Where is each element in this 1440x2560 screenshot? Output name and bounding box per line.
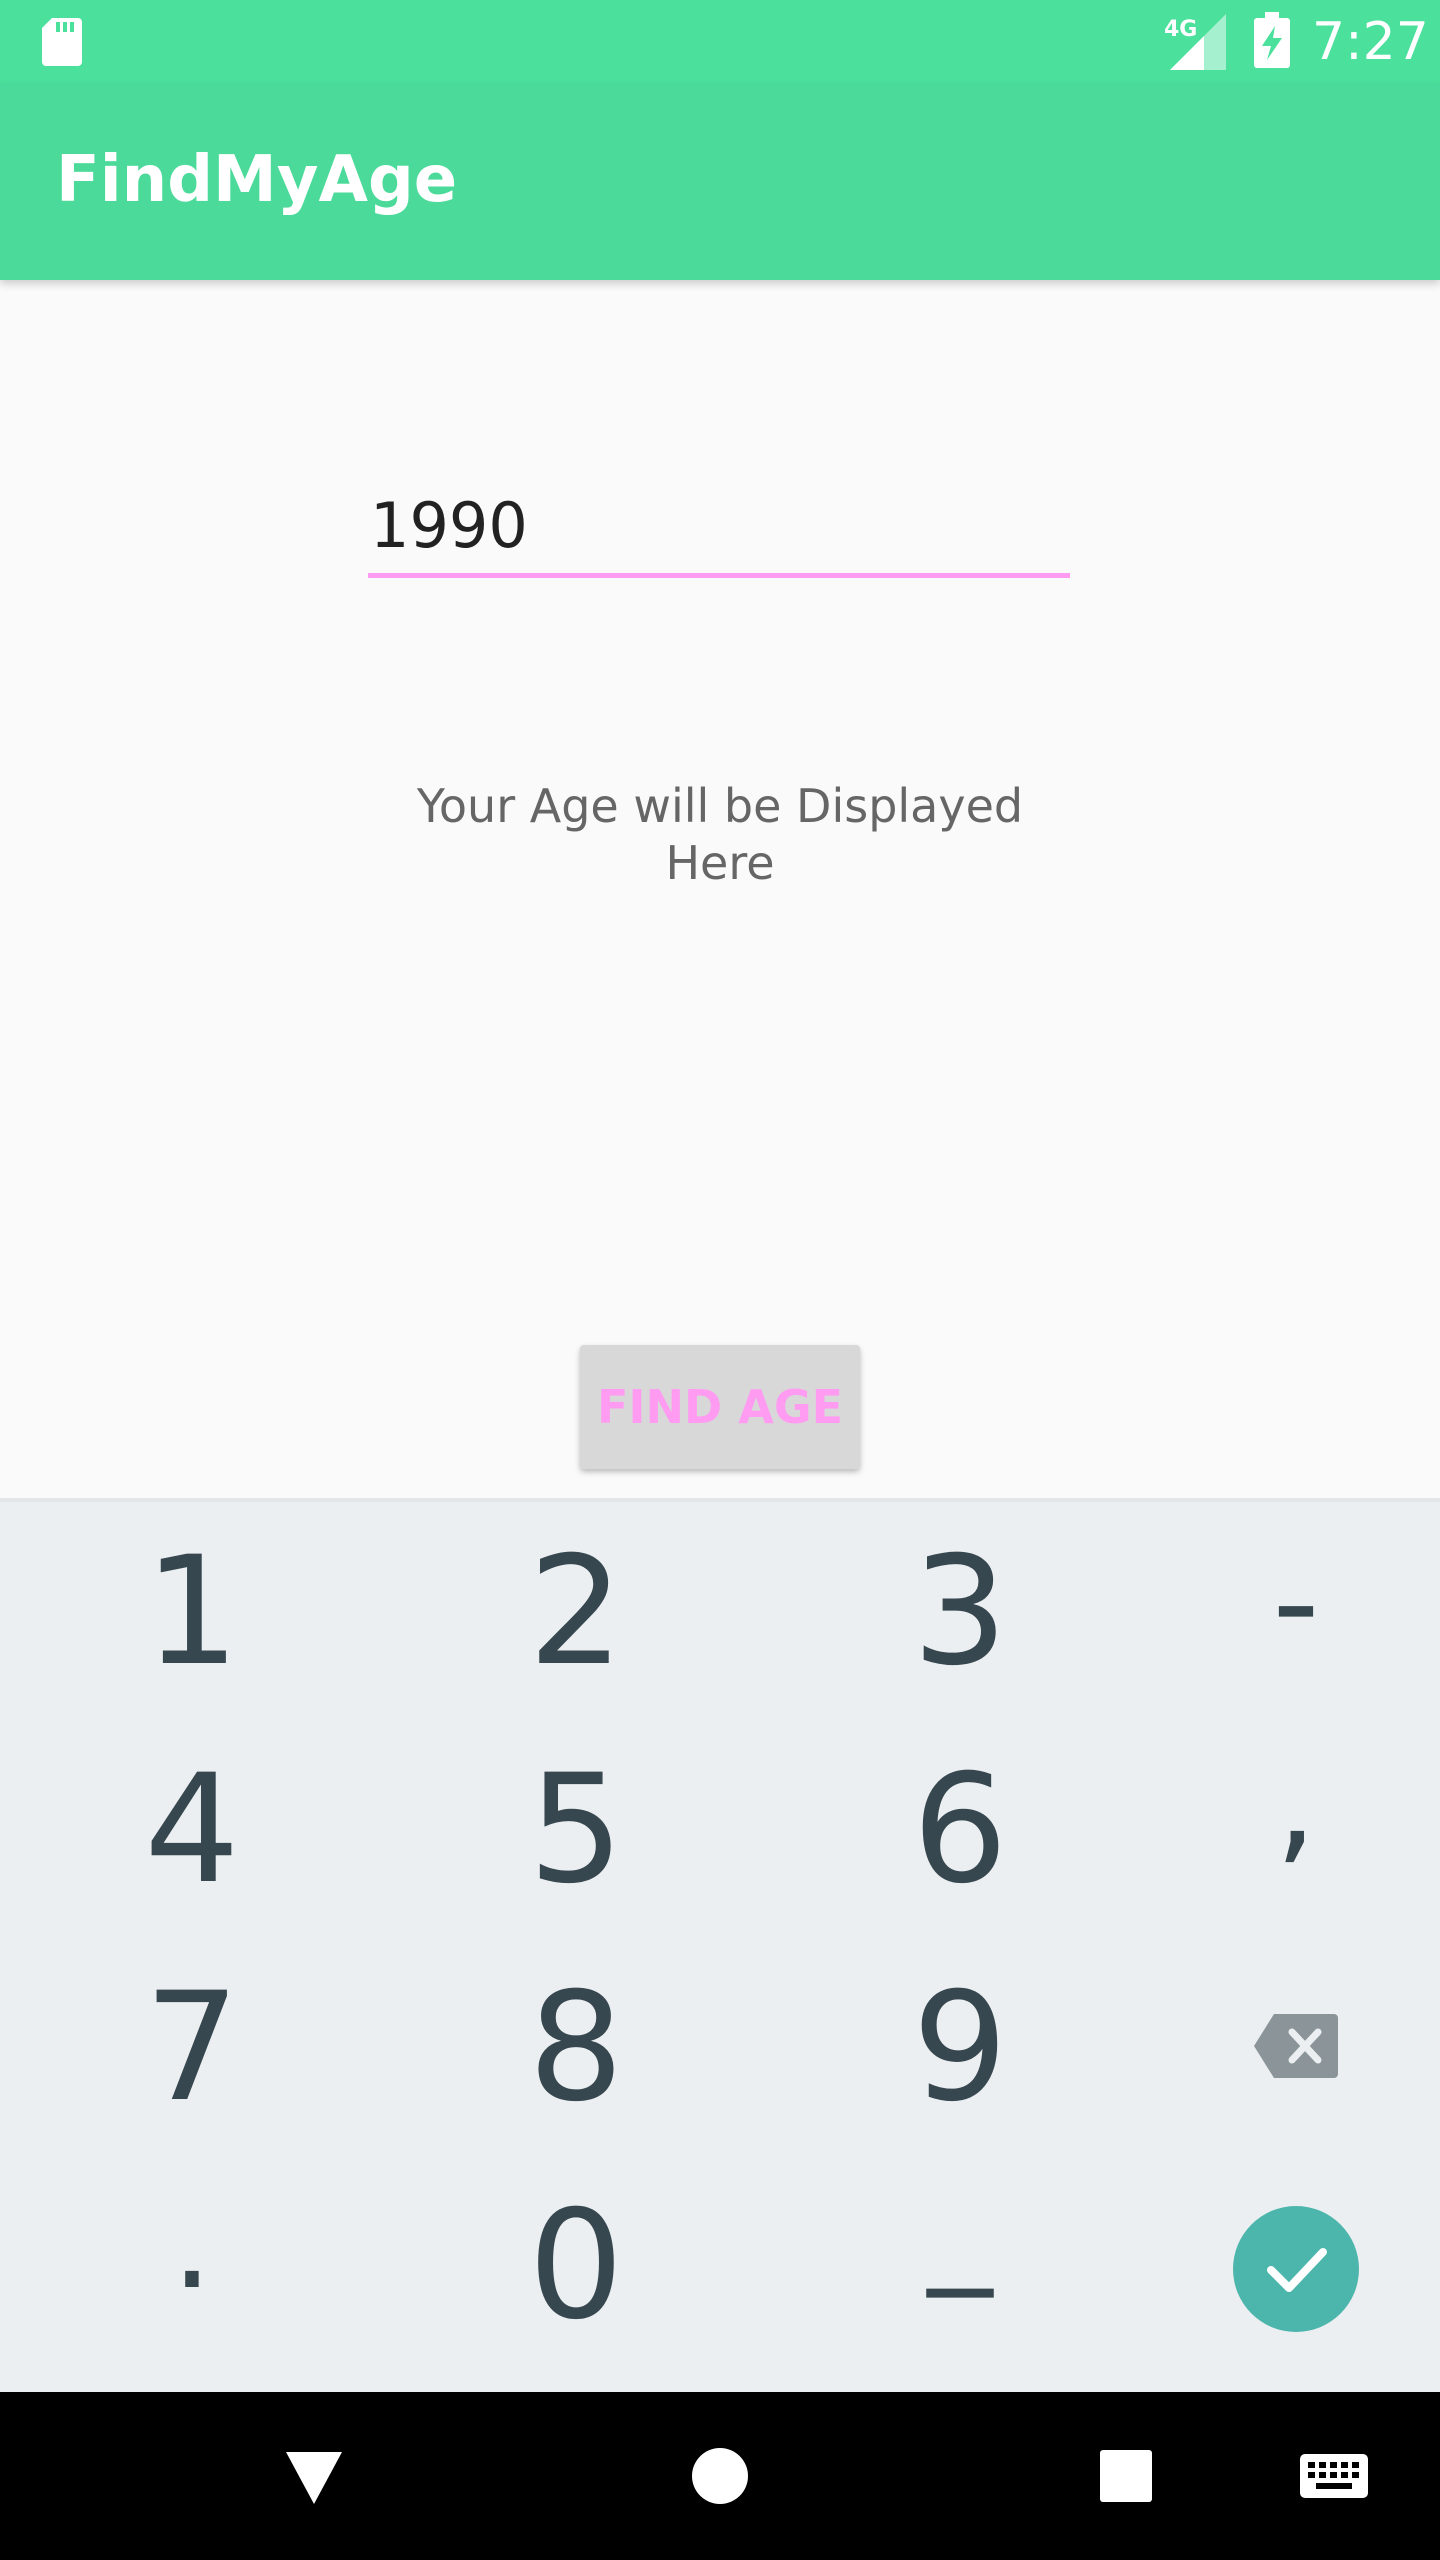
enter-key[interactable] xyxy=(1233,2206,1359,2332)
find-age-button[interactable]: FIND AGE xyxy=(580,1345,860,1469)
birth-year-input[interactable] xyxy=(368,478,1070,578)
key-space[interactable]: _ xyxy=(780,2112,1140,2332)
key-1[interactable]: 1 xyxy=(12,1502,372,1722)
key-5[interactable]: 5 xyxy=(396,1720,756,1940)
key-period[interactable]: . xyxy=(12,2132,372,2352)
key-4[interactable]: 4 xyxy=(12,1720,372,1940)
keyboard-icon[interactable] xyxy=(1298,2446,1370,2506)
age-display-text: Your Age will be Displayed Here xyxy=(416,779,1024,890)
key-2[interactable]: 2 xyxy=(396,1502,756,1722)
screen: 4G 7:27 FindMyAge Your Age will be Displ… xyxy=(0,0,1440,2560)
battery-charging-icon xyxy=(1254,12,1290,68)
numeric-keyboard: 1 2 3 - 4 5 6 , 7 8 9 . 0 _ xyxy=(0,1498,1440,2392)
signal-4g-icon: 4G xyxy=(1164,14,1226,70)
key-comma[interactable]: , xyxy=(1116,1692,1440,1912)
key-0[interactable]: 0 xyxy=(396,2156,756,2376)
key-6[interactable]: 6 xyxy=(780,1720,1140,1940)
home-circle-icon[interactable] xyxy=(690,2446,750,2506)
network-type-label: 4G xyxy=(1164,17,1197,42)
status-time: 7:27 xyxy=(1312,12,1429,72)
key-3[interactable]: 3 xyxy=(780,1502,1140,1722)
app-title: FindMyAge xyxy=(56,143,458,217)
back-triangle-icon[interactable] xyxy=(284,2446,344,2506)
app-bar: FindMyAge xyxy=(0,84,1440,280)
key-7[interactable]: 7 xyxy=(12,1938,372,2158)
key-8[interactable]: 8 xyxy=(396,1938,756,2158)
status-bar: 4G 7:27 xyxy=(0,0,1440,84)
check-icon xyxy=(1267,2248,1327,2292)
backspace-icon[interactable] xyxy=(1254,2014,1338,2078)
key-minus[interactable]: - xyxy=(1116,1492,1440,1712)
sd-card-icon xyxy=(42,18,82,66)
recents-square-icon[interactable] xyxy=(1098,2446,1154,2506)
navigation-bar xyxy=(0,2392,1440,2560)
